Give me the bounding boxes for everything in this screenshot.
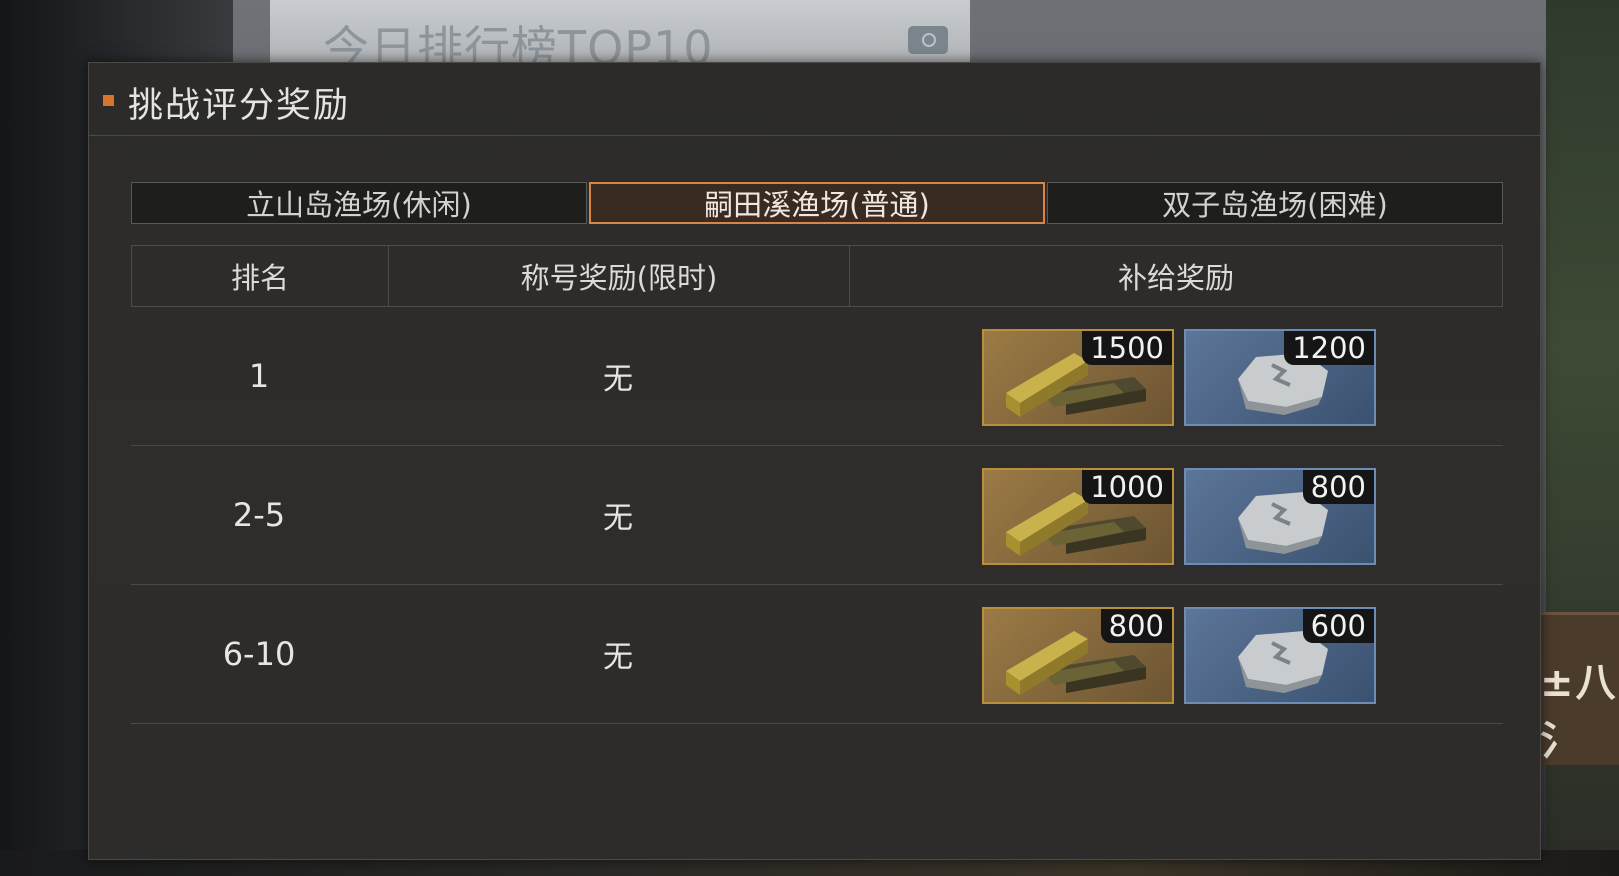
column-header-supply-reward: 补给奖励 bbox=[1117, 261, 1234, 295]
table-header: 排名 称号奖励(限时) 补给奖励 bbox=[131, 245, 1503, 307]
quantity-badge: 1000 bbox=[1082, 470, 1172, 504]
background-camera-icon bbox=[908, 26, 948, 54]
gold-reward-item[interactable]: 1000 bbox=[982, 468, 1174, 565]
quantity-badge: 1200 bbox=[1284, 331, 1374, 365]
rank-cell: 1 bbox=[248, 357, 270, 395]
gold-reward-item[interactable]: 1500 bbox=[982, 329, 1174, 426]
quantity-badge: 600 bbox=[1302, 609, 1374, 643]
title-reward-cell: 无 bbox=[603, 640, 633, 675]
table-row: 2-5 无 1000 800 bbox=[131, 446, 1503, 585]
rank-cell: 6-10 bbox=[222, 635, 296, 673]
dialog-title: 挑战评分奖励 bbox=[128, 86, 351, 126]
tab-lishan-island[interactable]: 立山岛渔场(休闲) bbox=[131, 182, 587, 224]
rank-cell: 2-5 bbox=[232, 496, 286, 534]
quantity-badge: 1500 bbox=[1082, 331, 1172, 365]
silver-reward-item[interactable]: 1200 bbox=[1184, 329, 1376, 426]
silver-reward-item[interactable]: 800 bbox=[1184, 468, 1376, 565]
column-header-title-reward: 称号奖励(限时) bbox=[389, 246, 850, 306]
dialog-header: 挑战评分奖励 bbox=[89, 63, 1540, 136]
table-row: 6-10 无 800 600 bbox=[131, 585, 1503, 724]
table-row: 1 无 1500 1200 bbox=[131, 307, 1503, 446]
challenge-reward-dialog: 挑战评分奖励 立山岛渔场(休闲) 嗣田溪渔场(普通) 双子岛渔场(困难) 排名 … bbox=[88, 62, 1541, 860]
background-sign-text: ±八氵 bbox=[1540, 660, 1618, 764]
gold-reward-item[interactable]: 800 bbox=[982, 607, 1174, 704]
title-reward-cell: 无 bbox=[603, 501, 633, 536]
quantity-badge: 800 bbox=[1100, 609, 1172, 643]
tab-twin-island[interactable]: 双子岛渔场(困难) bbox=[1047, 182, 1503, 224]
title-marker-icon bbox=[103, 95, 114, 106]
column-header-rank: 排名 bbox=[132, 246, 389, 306]
tab-sitian-creek[interactable]: 嗣田溪渔场(普通) bbox=[589, 182, 1045, 224]
title-reward-cell: 无 bbox=[603, 362, 633, 397]
silver-reward-item[interactable]: 600 bbox=[1184, 607, 1376, 704]
quantity-badge: 800 bbox=[1302, 470, 1374, 504]
